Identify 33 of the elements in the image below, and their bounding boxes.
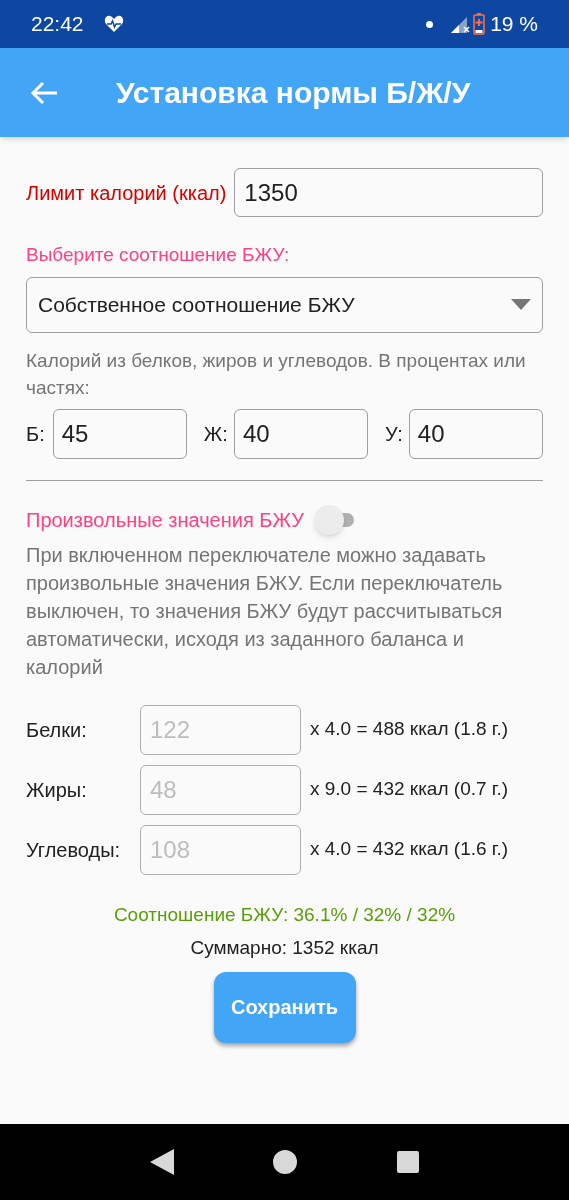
ratio-field-label: У: bbox=[385, 421, 403, 447]
custom-values-hint: При включенном переключателе можно задавать произвольные значения БЖУ. Если переключатель выключен, то значения БЖУ будут рассчитываться автоматически, исходя из заданного баланса и калорий bbox=[26, 542, 504, 680]
ratio-field[interactable]: 45 bbox=[52, 408, 187, 459]
battery-icon bbox=[473, 13, 486, 35]
battery-percent: 19 % bbox=[490, 11, 538, 38]
back-arrow-icon[interactable] bbox=[30, 80, 58, 105]
ratio-field-label: Ж: bbox=[203, 421, 228, 447]
ratio-field[interactable]: 40 bbox=[233, 408, 369, 459]
dot-icon bbox=[426, 20, 434, 28]
ratio-field-label: Б: bbox=[26, 421, 45, 447]
home-icon[interactable] bbox=[273, 1150, 298, 1174]
ratio-summary: Соотношение БЖУ: 36.1% / 32% / 32% bbox=[113, 902, 456, 927]
heart-pulse-icon bbox=[103, 15, 124, 33]
calorie-limit-field[interactable]: 1350 bbox=[234, 168, 543, 217]
calorie-total: Суммарно: 1352 ккал bbox=[190, 936, 379, 960]
macro-label: Белки: bbox=[26, 717, 88, 743]
macro-label: Жиры: bbox=[26, 777, 88, 803]
ratio-dropdown[interactable]: Собственное соотношение БЖУ bbox=[26, 276, 543, 333]
no-signal-icon bbox=[451, 15, 472, 33]
macro-formula: x 4.0 = 432 ккал (1.6 г.) bbox=[310, 837, 509, 862]
screen-title: Установка нормы Б/Ж/У bbox=[116, 75, 471, 111]
ratio-hint: Калорий из белков, жиров и углеводов. В процентах или частях: bbox=[26, 348, 527, 400]
macro-formula: x 9.0 = 432 ккал (0.7 г.) bbox=[310, 777, 509, 802]
calorie-limit-label: Лимит калорий (ккал) bbox=[26, 180, 227, 206]
ratio-select-label: Выберите соотношение БЖУ: bbox=[26, 243, 291, 267]
macro-formula: x 4.0 = 488 ккал (1.8 г.) bbox=[310, 717, 509, 742]
custom-values-label: Произвольные значения БЖУ bbox=[26, 507, 305, 533]
macro-label: Углеводы: bbox=[26, 837, 122, 863]
dropdown-caret-icon bbox=[511, 299, 531, 310]
ratio-field[interactable]: 40 bbox=[408, 408, 543, 459]
back-icon[interactable] bbox=[149, 1149, 174, 1175]
recents-icon[interactable] bbox=[397, 1151, 420, 1173]
status-time: 22:42 bbox=[31, 11, 84, 38]
